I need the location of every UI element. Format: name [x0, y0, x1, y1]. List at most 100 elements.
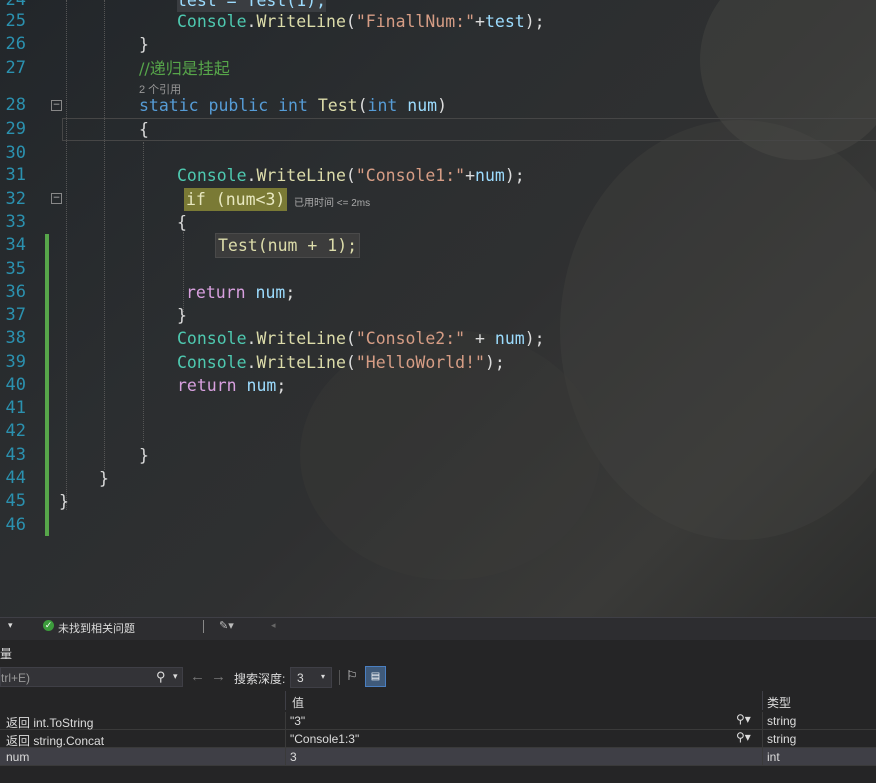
- line-number: 34: [5, 235, 26, 255]
- code-line[interactable]: Console.WriteLine("Console1:"+num);: [177, 164, 525, 187]
- back-arrow-icon[interactable]: ←: [190, 668, 205, 685]
- code-token: Console: [177, 329, 247, 348]
- check-circle-icon: ✓: [43, 620, 54, 631]
- row-name: 返回 int.ToString: [6, 716, 94, 730]
- line-number: 41: [5, 398, 26, 418]
- code-line[interactable]: }: [139, 33, 149, 56]
- row-value[interactable]: "Console1:3": [290, 732, 359, 746]
- search-input[interactable]: trl+E): [1, 671, 30, 685]
- forward-arrow-icon[interactable]: →: [211, 668, 226, 685]
- code-token: int: [367, 96, 398, 115]
- column-header-type[interactable]: 类型: [767, 694, 791, 711]
- code-token: }: [139, 446, 149, 465]
- line-number: 33: [5, 212, 26, 232]
- code-line[interactable]: Console.WriteLine("FinallNum:"+test);: [177, 10, 545, 33]
- code-token: return: [177, 376, 237, 395]
- line-number: 40: [5, 375, 26, 395]
- line-number: 42: [5, 421, 26, 441]
- column-divider: [762, 712, 763, 766]
- scroll-left-icon[interactable]: ◂: [271, 620, 276, 631]
- breakpoint-condition-highlight[interactable]: if (num<3): [184, 188, 288, 211]
- row-type: int: [767, 750, 780, 764]
- current-line-highlight: [62, 118, 876, 141]
- code-token: }: [99, 469, 109, 488]
- table-row[interactable]: 返回 int.ToString "3" ⚲▾ string: [0, 712, 876, 730]
- code-token: .: [246, 353, 257, 372]
- pin-filter-icon[interactable]: ⚐: [346, 668, 358, 684]
- code-editor[interactable]: − − 24 25 26 27 28 29 30 31 32 33 34 35 …: [0, 0, 876, 617]
- code-comment: //递归是挂起: [139, 59, 230, 78]
- code-token: if (num<3): [186, 190, 286, 209]
- row-name: num: [6, 750, 30, 764]
- code-token: WriteLine: [256, 329, 346, 348]
- code-line[interactable]: static public int Test(int num): [139, 94, 447, 117]
- search-icon[interactable]: ⚲: [156, 669, 166, 685]
- code-token: WriteLine: [256, 353, 346, 372]
- code-token: Console: [177, 12, 247, 31]
- code-token: +: [475, 12, 485, 31]
- column-header-value[interactable]: 值: [292, 694, 304, 711]
- code-token: +: [465, 166, 476, 185]
- search-depth-select[interactable]: 3 ▾: [290, 667, 332, 688]
- line-number: 26: [5, 34, 26, 54]
- code-token: test = Test(1);: [177, 0, 327, 10]
- code-token: public: [208, 96, 269, 115]
- code-line[interactable]: }: [59, 490, 69, 513]
- brush-icon[interactable]: ✎▾: [219, 619, 234, 632]
- code-token: "HelloWorld!": [355, 353, 485, 372]
- perf-tip-elapsed[interactable]: 已用时间 <= 2ms: [294, 194, 370, 209]
- collapse-icon[interactable]: −: [51, 193, 62, 204]
- code-token: num: [246, 376, 277, 395]
- code-line[interactable]: Console.WriteLine("HelloWorld!");: [177, 351, 505, 374]
- format-toggle-icon[interactable]: ▤: [365, 666, 386, 687]
- row-type: string: [767, 732, 797, 746]
- code-token: );: [524, 329, 545, 348]
- code-line[interactable]: {: [177, 211, 187, 234]
- code-token: num: [407, 96, 438, 115]
- row-value[interactable]: "3": [290, 714, 305, 728]
- code-line[interactable]: Console.WriteLine("Console2:" + num);: [177, 327, 545, 350]
- dropdown-arrow-icon[interactable]: ▾: [8, 620, 13, 631]
- code-token: int: [278, 96, 308, 115]
- line-number: 29: [5, 119, 26, 139]
- code-token: num: [255, 283, 286, 302]
- code-line[interactable]: }: [177, 304, 187, 327]
- code-token: "Console2:": [355, 329, 466, 348]
- indent-guide: [143, 142, 144, 442]
- code-line[interactable]: }: [139, 444, 149, 467]
- search-box[interactable]: trl+E) ⚲ ▾: [0, 667, 183, 687]
- visualizer-search-icon[interactable]: ⚲▾: [736, 730, 751, 744]
- code-line[interactable]: //递归是挂起: [139, 57, 230, 80]
- line-number: 39: [5, 352, 26, 372]
- code-token: Test: [317, 96, 358, 115]
- code-token: Console: [177, 353, 247, 372]
- current-statement-highlight[interactable]: Test(num + 1);: [214, 233, 361, 258]
- code-token: (: [345, 329, 356, 348]
- code-line[interactable]: {: [139, 118, 149, 141]
- issues-status[interactable]: 未找到相关问题: [58, 620, 135, 636]
- search-depth-label: 搜索深度:: [234, 672, 286, 686]
- line-number: 38: [5, 328, 26, 348]
- collapse-icon[interactable]: −: [51, 100, 62, 111]
- line-number: 30: [5, 143, 26, 163]
- row-value[interactable]: 3: [290, 750, 297, 764]
- visualizer-search-icon[interactable]: ⚲▾: [736, 712, 751, 726]
- indent-guide: [183, 232, 184, 312]
- code-line[interactable]: return num;: [186, 281, 295, 304]
- code-token: "Console1:": [355, 166, 466, 185]
- code-token: WriteLine: [256, 12, 346, 31]
- line-number: 25: [5, 11, 26, 31]
- code-line[interactable]: }: [99, 467, 109, 490]
- code-line[interactable]: return num;: [177, 374, 286, 397]
- code-token: (: [345, 353, 356, 372]
- line-number: 37: [5, 305, 26, 325]
- code-token: static: [139, 96, 199, 115]
- panel-title: 量: [0, 647, 13, 661]
- dropdown-arrow-icon[interactable]: ▾: [173, 671, 178, 682]
- code-token: "FinallNum:": [355, 12, 476, 31]
- column-divider: [762, 691, 763, 710]
- code-token: ;: [285, 283, 296, 302]
- table-row[interactable]: num 3 int: [0, 748, 876, 766]
- table-row[interactable]: 返回 string.Concat "Console1:3" ⚲▾ string: [0, 730, 876, 748]
- code-token: .: [246, 329, 257, 348]
